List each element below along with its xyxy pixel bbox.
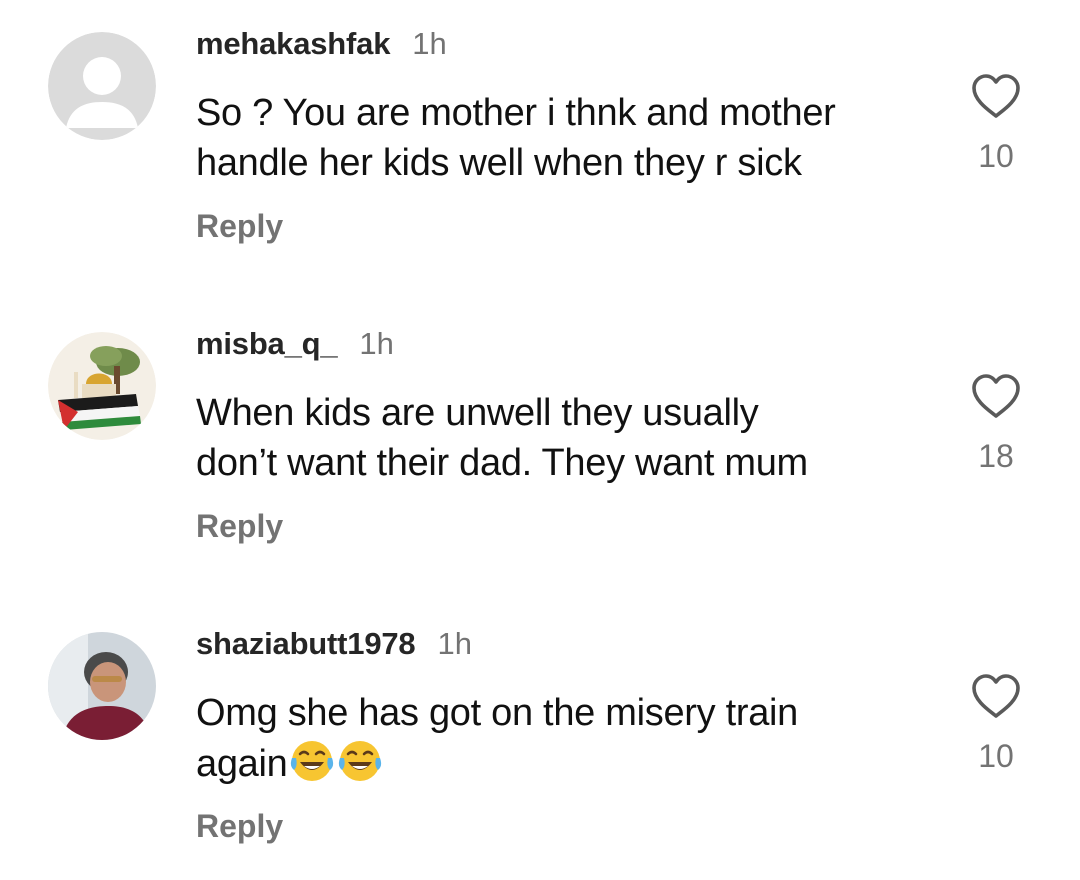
like-group: 18 (960, 372, 1032, 475)
username[interactable]: mehakashfak (196, 26, 390, 62)
user-photo-avatar-icon (48, 632, 156, 740)
heart-outline-icon[interactable] (970, 372, 1022, 420)
comment-item: shaziabutt1978 1h Omg she has got on the… (0, 600, 1080, 880)
reply-button[interactable]: Reply (196, 808, 283, 845)
like-count: 18 (978, 438, 1014, 474)
heart-outline-icon[interactable] (970, 672, 1022, 720)
username[interactable]: shaziabutt1978 (196, 626, 416, 662)
avatar[interactable] (48, 332, 156, 440)
face-with-tears-of-joy-icon (339, 741, 382, 781)
comment-item: misba_q_ 1h When kids are unwell they us… (0, 300, 1080, 580)
comment-text-content: Omg she has got on the misery train agai… (196, 692, 799, 785)
mosque-flag-avatar-icon (48, 332, 156, 440)
comment-meta: mehakashfak 1h (196, 26, 447, 66)
username[interactable]: misba_q_ (196, 326, 338, 362)
avatar[interactable] (48, 32, 156, 140)
reply-button[interactable]: Reply (196, 208, 283, 245)
comment-text: When kids are unwell they usually don’t … (196, 392, 808, 484)
comment-meta: misba_q_ 1h (196, 326, 394, 366)
heart-outline-icon[interactable] (970, 72, 1022, 120)
comment-item: mehakashfak 1h So ? You are mother i thn… (0, 0, 1080, 280)
comment-text: Omg she has got on the misery train agai… (196, 688, 936, 789)
timestamp: 1h (412, 26, 447, 61)
default-avatar-icon (48, 32, 156, 140)
like-group: 10 (960, 672, 1032, 775)
timestamp: 1h (359, 326, 394, 361)
comment-meta: shaziabutt1978 1h (196, 626, 472, 666)
face-with-tears-of-joy-icon (291, 741, 334, 781)
like-group: 10 (960, 72, 1032, 175)
comment-text: So ? You are mother i thnk and mother ha… (196, 92, 836, 184)
avatar[interactable] (48, 632, 156, 740)
like-count: 10 (978, 738, 1014, 774)
reply-button[interactable]: Reply (196, 508, 283, 545)
like-count: 10 (978, 138, 1014, 174)
timestamp: 1h (437, 626, 472, 661)
